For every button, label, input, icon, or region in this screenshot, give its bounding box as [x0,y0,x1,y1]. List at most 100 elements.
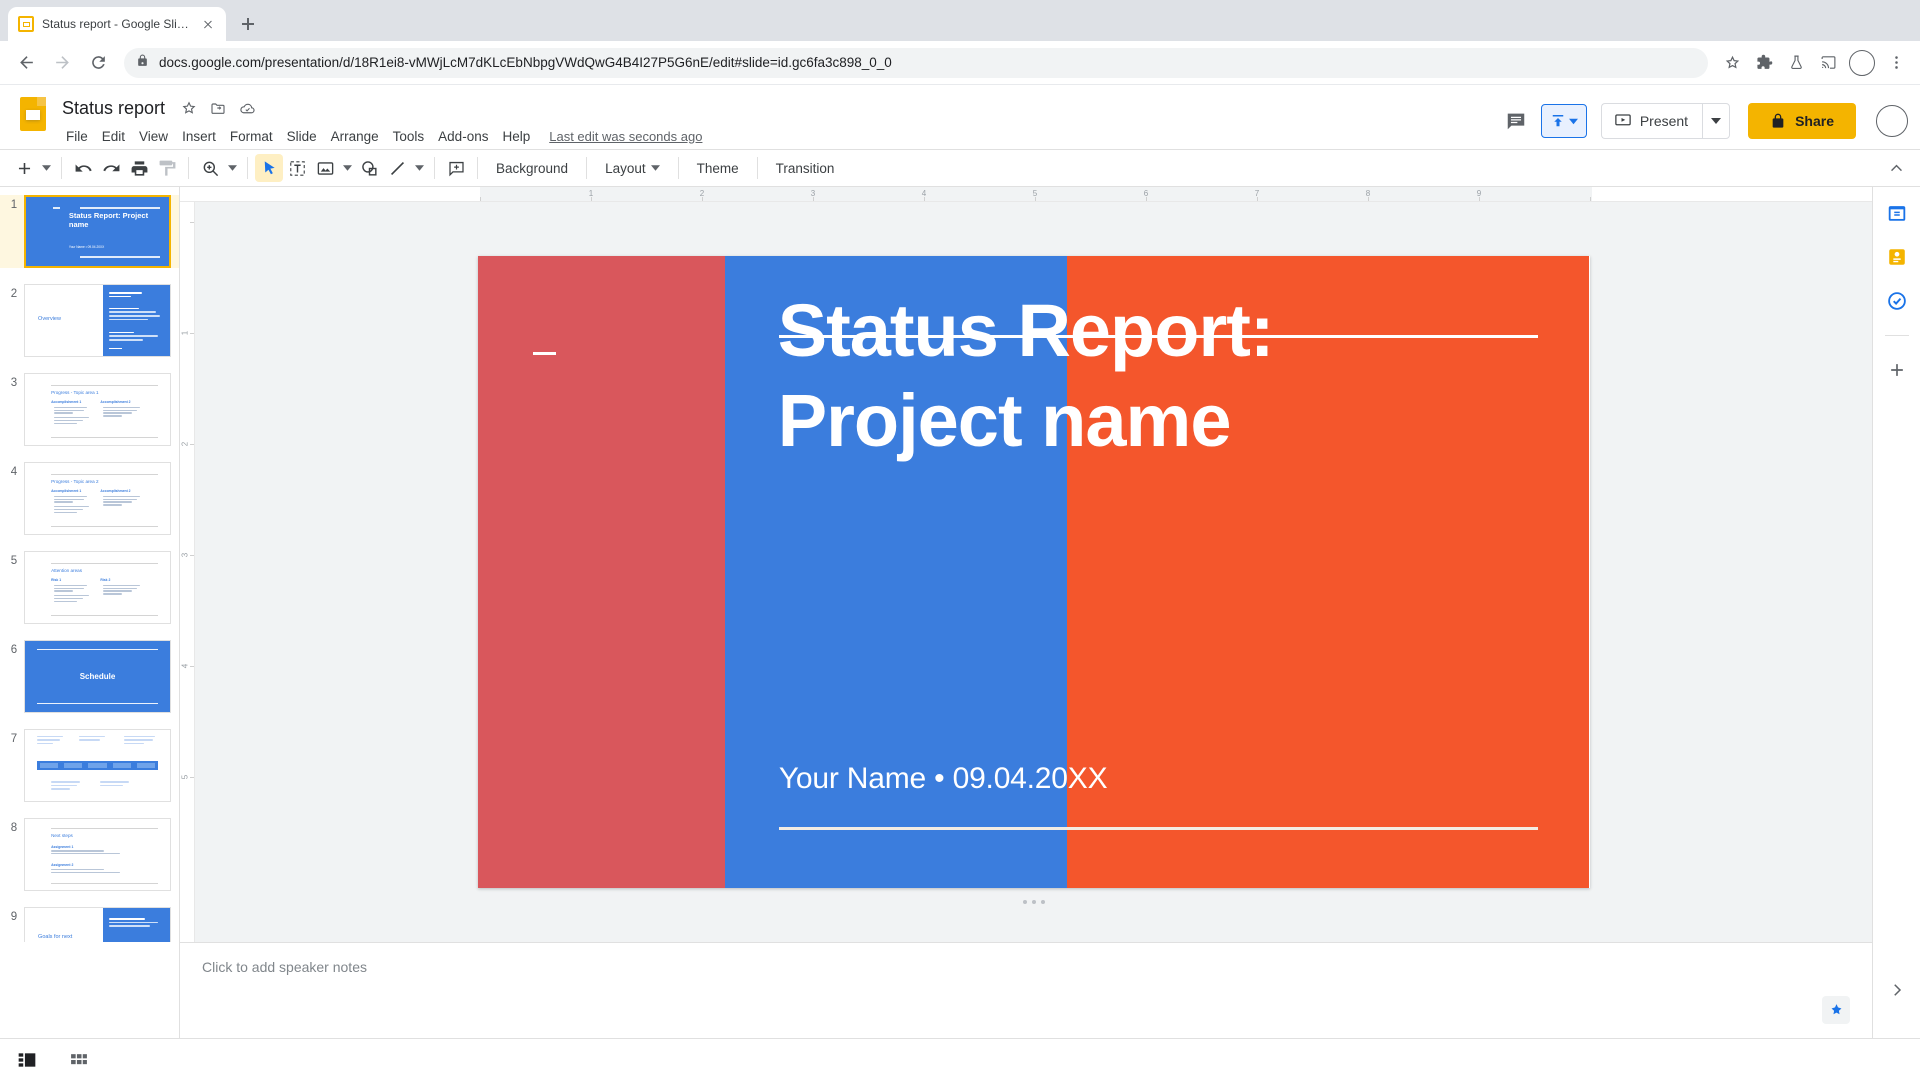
select-cursor-icon[interactable] [255,154,283,182]
insert-shape-icon[interactable] [355,154,383,182]
cloud-saved-icon[interactable] [238,99,256,117]
paint-format-icon[interactable] [153,154,181,182]
document-title[interactable]: Status report [58,96,169,121]
toolbar-divider [586,157,588,179]
add-comment-icon[interactable] [442,154,470,182]
url-input[interactable]: docs.google.com/presentation/d/18R1ei8-v… [124,47,1708,78]
explore-fab-icon[interactable] [1822,996,1850,1024]
image-dropdown-caret-icon[interactable] [339,165,355,171]
canvas-viewport[interactable]: Status Report: Project name Your Name • … [195,202,1872,942]
thumbnail-canvas[interactable]: Schedule [24,640,171,713]
account-avatar[interactable] [1876,105,1908,137]
extensions-puzzle-icon[interactable] [1750,49,1778,77]
lower-zone: Click to add speaker notes [0,942,1920,1038]
thumbnail-canvas[interactable]: Overview [24,284,171,357]
thumbnail-slide-2[interactable]: 2 Overview [0,284,179,357]
insert-image-icon[interactable] [311,154,339,182]
comment-history-icon[interactable] [1499,104,1533,138]
add-sidebar-app-icon[interactable] [1883,356,1911,384]
thumbnail-slide-5[interactable]: 5 Attention areas Risk 1 Risk 2 [0,551,179,624]
thumbnail-canvas[interactable]: Progress - Topic area 1 Accomplishment 1… [24,373,171,446]
horizontal-ruler[interactable]: 1 2 3 4 5 6 7 8 9 [180,187,1872,202]
menu-arrange[interactable]: Arrange [324,126,386,147]
thumbnail-canvas[interactable]: Attention areas Risk 1 Risk 2 [24,551,171,624]
menu-format[interactable]: Format [223,126,280,147]
move-to-folder-icon[interactable] [209,99,227,117]
thumbnail-canvas[interactable]: Next steps Assignment 1 Assignment 2 [24,818,171,891]
slide-title-line1[interactable]: Status Report: [778,291,1275,371]
thumbnail-slide-1[interactable]: 1 Status Report: Project name Your Name … [0,195,179,268]
menu-view[interactable]: View [132,126,175,147]
slide-byline[interactable]: Your Name • 09.04.20XX [779,762,1108,796]
vertical-ruler[interactable]: 1 2 3 4 5 [180,202,195,942]
layout-button[interactable]: Layout [594,154,671,182]
present-label: Present [1639,113,1689,129]
active-slide[interactable]: Status Report: Project name Your Name • … [477,256,1590,888]
new-slide-icon[interactable] [10,154,38,182]
menu-bar: File Edit View Insert Format Slide Arran… [59,123,1499,149]
menu-file[interactable]: File [59,126,95,147]
back-arrow-icon[interactable] [10,47,42,79]
reload-icon[interactable] [82,47,114,79]
menu-help[interactable]: Help [495,126,537,147]
tab-close-icon[interactable] [200,16,216,32]
browser-profile-avatar[interactable] [1849,49,1875,76]
print-icon[interactable] [125,154,153,182]
calendar-sidebar-icon[interactable] [1883,199,1911,227]
zoom-dropdown-caret-icon[interactable] [224,165,240,171]
new-tab-button[interactable] [234,10,262,38]
collapse-toolbar-icon[interactable] [1882,154,1910,182]
new-slide-dropdown-caret-icon[interactable] [38,165,54,171]
menu-addons[interactable]: Add-ons [431,126,495,147]
filmstrip-view-icon[interactable] [14,1047,40,1073]
speaker-notes-placeholder[interactable]: Click to add speaker notes [202,959,367,975]
thumbnail-canvas[interactable] [24,729,171,802]
present-dropdown-caret-icon[interactable] [1702,103,1731,139]
labs-flask-icon[interactable] [1782,49,1810,77]
tasks-sidebar-icon[interactable] [1883,287,1911,315]
bookmark-star-icon[interactable] [1718,49,1746,77]
toolbar-divider [188,157,189,179]
thumb-section-label: Overview [38,316,61,323]
thumbnail-slide-9[interactable]: 9 Goals for next [0,907,179,942]
thumbnail-canvas[interactable]: Goals for next [24,907,171,942]
star-icon[interactable] [180,99,198,117]
grid-view-icon[interactable] [66,1047,92,1073]
chrome-menu-icon[interactable] [1882,49,1910,77]
menu-slide[interactable]: Slide [280,126,324,147]
text-box-icon[interactable] [283,154,311,182]
edit-mode-button[interactable] [1540,104,1587,138]
redo-icon[interactable] [97,154,125,182]
forward-arrow-icon[interactable] [46,47,78,79]
keep-sidebar-icon[interactable] [1883,243,1911,271]
theme-button[interactable]: Theme [686,154,750,182]
cast-screen-icon[interactable] [1814,49,1842,77]
thumbnail-slide-4[interactable]: 4 Progress - Topic area 2 Accomplishment… [0,462,179,535]
thumbnail-slide-8[interactable]: 8 Next steps Assignment 1 Assignment 2 [0,818,179,891]
slide-title-line2[interactable]: Project name [778,381,1232,461]
slide-filmstrip[interactable]: 1 Status Report: Project name Your Name … [0,187,180,942]
zoom-icon[interactable] [196,154,224,182]
share-button[interactable]: Share [1748,103,1856,139]
speaker-notes-panel[interactable]: Click to add speaker notes [180,942,1872,1038]
present-button[interactable]: Present [1600,103,1703,139]
thumb-col1-heading: Assignment 1 [51,844,74,849]
line-dropdown-caret-icon[interactable] [411,165,427,171]
thumbnail-slide-6[interactable]: 6 Schedule [0,640,179,713]
menu-tools[interactable]: Tools [386,126,432,147]
menu-insert[interactable]: Insert [175,126,223,147]
thumbnail-slide-7[interactable]: 7 [0,729,179,802]
thumbnail-slide-3[interactable]: 3 Progress - Topic area 1 Accomplishment… [0,373,179,446]
background-button[interactable]: Background [485,154,579,182]
last-edit-status[interactable]: Last edit was seconds ago [549,129,702,144]
thumbnail-canvas[interactable]: Status Report: Project name Your Name • … [24,195,171,268]
undo-icon[interactable] [69,154,97,182]
insert-line-icon[interactable] [383,154,411,182]
transition-button[interactable]: Transition [765,154,846,182]
browser-tab[interactable]: Status report - Google Slides [8,7,226,41]
menu-edit[interactable]: Edit [95,126,132,147]
toolbar-divider [61,157,62,179]
expand-panel-button[interactable] [1872,942,1920,1038]
thumbnail-number: 4 [10,466,18,478]
thumbnail-canvas[interactable]: Progress - Topic area 2 Accomplishment 1… [24,462,171,535]
